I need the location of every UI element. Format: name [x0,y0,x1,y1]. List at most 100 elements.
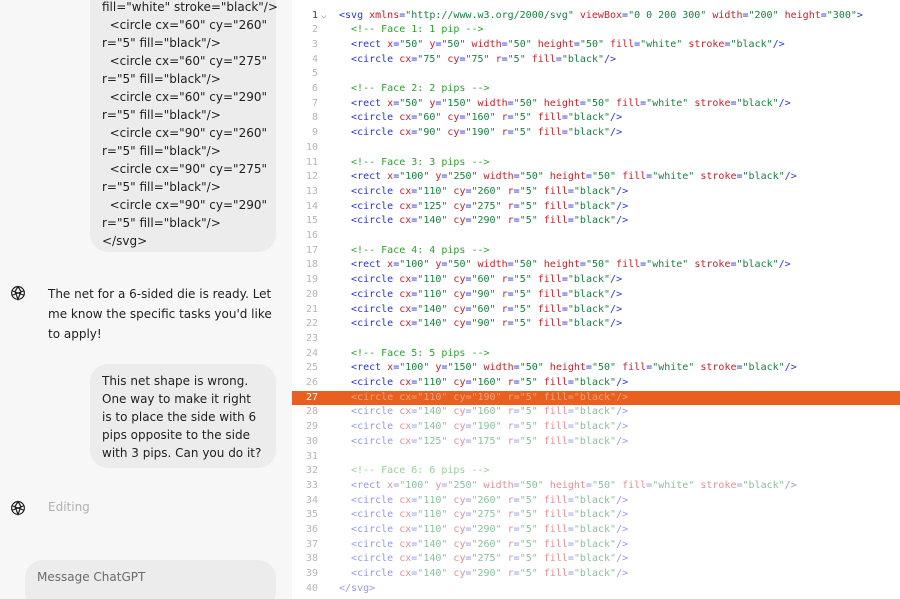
code-token: < [339,553,358,565]
code-line[interactable]: 39 <circle cx="140" cy="290" r="5" fill=… [292,567,900,582]
code-token: cy [453,524,466,535]
code-token: < [339,288,358,300]
line-number: 24 [305,347,318,359]
code-line[interactable]: 16 [292,229,900,244]
code-line[interactable]: 12 <rect x="100" y="250" width="50" heig… [292,170,900,185]
code-line[interactable]: 17 <!-- Face 4: 4 pips --> [292,244,900,259]
code-line[interactable]: 35 <circle cx="110" cy="275" r="5" fill=… [292,508,900,523]
code-token: cx [399,494,412,506]
code-line[interactable]: 5 [292,67,900,82]
code-token: cx [399,553,412,565]
code-token: "250" [447,479,484,491]
code-line[interactable]: 31 [292,450,900,465]
code-token: < [339,200,358,212]
code-line[interactable]: 36 <circle cx="110" cy="290" r="5" fill=… [292,523,900,538]
code-line[interactable]: 22 <circle cx="140" cy="90" r="5" fill="… [292,317,900,332]
code-token: /> [610,274,623,286]
code-line[interactable]: 18 <rect x="100" y="50" width="50" heigh… [292,258,900,273]
code-line-highlighted[interactable]: 27 <circle cx="110" cy="190" r="5" fill=… [292,390,900,406]
code-token: "90" [471,318,502,330]
code-token: > [856,9,863,21]
code-line[interactable]: 29 <circle cx="140" cy="190" r="5" fill=… [292,420,900,435]
code-line[interactable]: 1 ⌵ <svg xmlns="http://www.w3.org/2000/svg… [292,9,900,24]
code-token: < [339,53,358,65]
code-token: "110" [417,524,454,535]
code-line[interactable]: 3 <rect x="50" y="50" width="50" height=… [292,38,900,53]
code-token: circle [357,318,400,330]
code-token: <!-- Face 5: 5 pips --> [339,347,490,359]
line-number: 11 [305,156,318,168]
code-token: = [465,538,472,550]
code-token: "5" [519,509,544,521]
code-line[interactable]: 33 <rect x="100" y="250" width="50" heig… [292,479,900,494]
line-number: 34 [305,494,318,506]
code-text: <circle cx="110" cy="290" r="5" fill="bl… [339,523,628,538]
line-number: 13 [305,185,318,197]
code-line[interactable]: 26 <circle cx="110" cy="160" r="5" fill=… [292,376,900,391]
code-token: fill [543,391,568,403]
code-token: /> [616,509,629,521]
code-line[interactable]: 38 <circle cx="140" cy="275" r="5" fill=… [292,552,900,567]
code-line[interactable]: 40 </svg> [292,582,900,597]
code-token: cx [399,377,412,388]
code-token: "260" [471,494,508,506]
code-line[interactable]: 24 <!-- Face 5: 5 pips --> [292,347,900,362]
code-token: cx [399,421,412,433]
code-token: cx [399,509,412,521]
line-number: 32 [305,465,318,477]
code-token: cx [399,215,412,227]
message-composer[interactable] [25,560,276,599]
code-token: "black" [573,524,617,535]
code-line[interactable]: 23 [292,332,900,347]
code-line[interactable]: 11 <!-- Face 3: 3 pips --> [292,156,900,171]
code-line[interactable]: 6 <!-- Face 2: 2 pips --> [292,82,900,97]
code-line[interactable]: 13 <circle cx="110" cy="260" r="5" fill=… [292,185,900,200]
line-number: 5 [311,68,318,80]
code-line[interactable]: 9 <circle cx="90" cy="190" r="5" fill="b… [292,126,900,141]
openai-logo-icon [9,284,27,302]
code-token: cy [453,377,466,388]
code-token: r [507,538,514,550]
code-token: fill [531,53,556,65]
message-input[interactable] [37,570,257,584]
code-line[interactable]: 25 <rect x="100" y="150" width="50" heig… [292,361,900,376]
code-line[interactable]: 34 <circle cx="110" cy="260" r="5" fill=… [292,494,900,509]
code-token: circle [357,274,400,286]
code-editor[interactable]: 1 ⌵ <svg xmlns="http://www.w3.org/2000/svg… [292,0,900,599]
code-token: "250" [447,171,484,183]
code-line[interactable]: 30 <circle cx="125" cy="175" r="5" fill=… [292,435,900,450]
code-token: "260" [471,185,508,197]
code-token: <!-- Face 3: 3 pips --> [339,156,490,168]
code-snippet-line: <circle cx="60" cy="290" [102,90,267,104]
code-token: width [483,171,514,183]
code-line[interactable]: 20 <circle cx="110" cy="90" r="5" fill="… [292,288,900,303]
code-token: fill [543,406,568,418]
code-token: circle [357,288,400,300]
code-line[interactable]: 4 <circle cx="75" cy="75" r="5" fill="bl… [292,53,900,68]
code-line[interactable]: 21 <circle cx="140" cy="60" r="5" fill="… [292,303,900,318]
code-line[interactable]: 7 <rect x="50" y="150" width="50" height… [292,97,900,112]
fold-chevron-icon[interactable]: ⌵ [321,9,331,24]
code-line[interactable]: 32 <!-- Face 6: 6 pips --> [292,464,900,479]
line-number: 28 [305,406,318,418]
code-line[interactable]: 15 <circle cx="140" cy="290" r="5" fill=… [292,214,900,229]
code-line[interactable]: 10 [292,141,900,156]
code-text: <circle cx="110" cy="260" r="5" fill="bl… [339,185,628,200]
code-token: "110" [417,288,454,300]
line-number: 12 [305,171,318,183]
code-line[interactable]: 14 <circle cx="125" cy="275" r="5" fill=… [292,200,900,215]
code-token: "black" [573,435,617,447]
code-text: <circle cx="140" cy="290" r="5" fill="bl… [339,567,628,582]
code-token: stroke [694,259,731,271]
code-token: = [513,568,520,580]
code-token: cy [453,553,466,565]
code-token: < [339,112,358,124]
code-line[interactable]: 28 <circle cx="140" cy="160" r="5" fill=… [292,405,900,420]
code-line[interactable]: 2 <!-- Face 1: 1 pip --> [292,23,900,38]
code-token: fill [543,538,568,550]
code-token: cy [453,303,466,315]
code-line[interactable]: 8 <circle cx="60" cy="160" r="5" fill="b… [292,111,900,126]
code-line[interactable]: 19 <circle cx="110" cy="60" r="5" fill="… [292,273,900,288]
code-line[interactable]: 37 <circle cx="140" cy="260" r="5" fill=… [292,538,900,553]
code-text: <circle cx="110" cy="160" r="5" fill="bl… [339,376,628,391]
